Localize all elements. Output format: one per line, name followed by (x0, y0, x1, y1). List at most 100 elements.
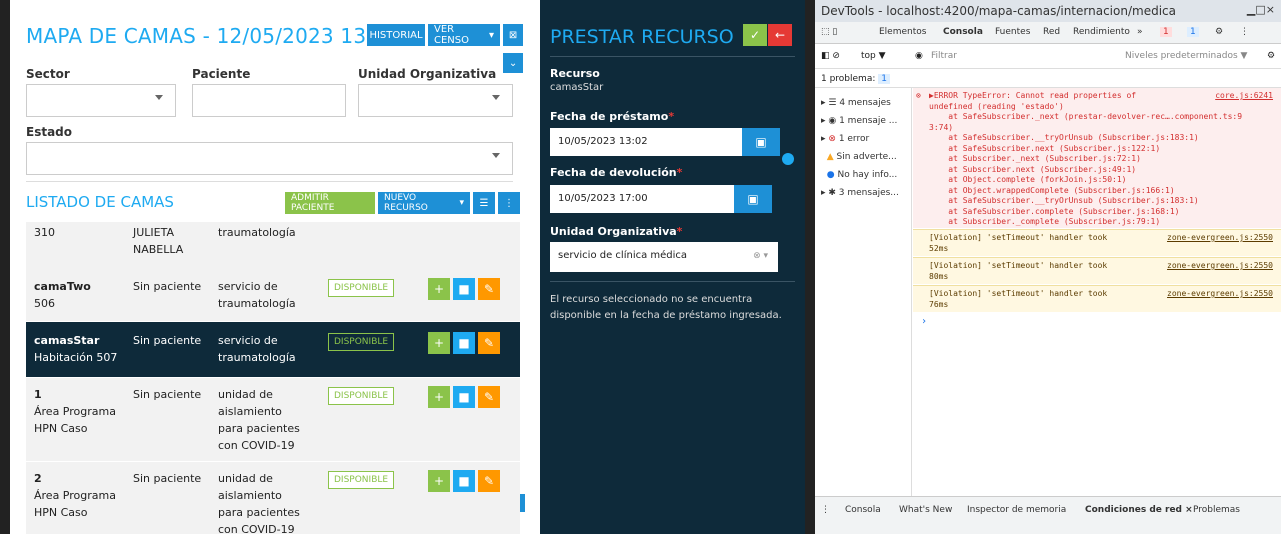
tree-view-icon[interactable]: ⋮ (498, 192, 520, 214)
lock-icon[interactable]: ■ (453, 470, 475, 492)
problems-bar[interactable]: 1 problema: 1 (815, 70, 1281, 88)
add-icon[interactable]: + (428, 386, 450, 408)
sidebar-item-messages[interactable]: ▸ ☰ 4 mensajes (821, 98, 891, 108)
table-row[interactable]: 1 Área Programa HPN Caso Sin paciente un… (26, 378, 520, 462)
levels-select[interactable]: Niveles predeterminados ▼ (1125, 51, 1247, 61)
table-row[interactable]: camaTwo 506 Sin paciente servicio de tra… (26, 270, 520, 322)
table-row[interactable]: 310 JULIETA NABELLA traumatología (26, 222, 520, 272)
tab-red[interactable]: Red (1043, 27, 1060, 37)
tab-fuentes[interactable]: Fuentes (995, 27, 1030, 37)
required-mark: * (676, 225, 683, 238)
sidebar-item-errors[interactable]: ▸ ⊗ 1 error (821, 134, 869, 144)
unidad-select[interactable]: servicio de clínica médica ⊗ ▾ (550, 242, 778, 272)
filter-input[interactable]: Filtrar (931, 51, 957, 61)
sidebar-item-label: 1 error (838, 134, 870, 144)
add-icon[interactable]: + (428, 470, 450, 492)
grid-icon[interactable]: ⊠ (503, 24, 523, 46)
sidebar-item-label: Sin adverte... (836, 152, 897, 162)
violation-message[interactable]: [Violation] 'setTimeout' handler took 80… (913, 257, 1281, 284)
error-text: ▶ERROR TypeError: Cannot read properties… (929, 91, 1243, 226)
inspect-icon[interactable]: ⬚ ▯ (821, 27, 837, 37)
tab-rendimiento[interactable]: Rendimiento (1073, 27, 1130, 37)
paciente-input[interactable] (192, 84, 346, 117)
lock-icon[interactable]: ■ (453, 278, 475, 300)
drawer-tab-whatsnew[interactable]: What's New (899, 505, 952, 515)
sidebar-toggle-icon[interactable]: ◧ ⊘ (821, 51, 840, 61)
recurso-value: camasStar (550, 82, 604, 93)
unidad-select[interactable] (358, 84, 513, 117)
window-controls-icon[interactable]: ▁□× (1247, 3, 1275, 16)
add-icon[interactable]: + (428, 278, 450, 300)
table-row-selected[interactable]: camasStar Habitación 507 Sin paciente se… (26, 322, 520, 378)
drawer-tab-memoria[interactable]: Inspector de memoria (967, 505, 1066, 515)
context-select[interactable]: top ▼ (861, 51, 886, 61)
drawer-tab-consola[interactable]: Consola (845, 505, 881, 515)
drawer-menu-icon[interactable]: ⋮ (821, 505, 830, 515)
more-options-icon[interactable]: ⋮ (1240, 27, 1249, 37)
nuevo-recurso-button[interactable]: NUEVO RECURSO ▾ (378, 192, 470, 214)
eye-icon[interactable] (782, 153, 794, 165)
tab-more[interactable]: » (1137, 27, 1143, 37)
error-source-link[interactable]: core.js:6241 (1215, 91, 1273, 102)
error-count-badge[interactable]: 1 (1160, 27, 1172, 37)
message-count-badge[interactable]: 1 (1187, 27, 1199, 37)
edit-icon[interactable]: ✎ (478, 278, 500, 300)
violation-text: [Violation] 'setTimeout' handler took 52… (929, 233, 1108, 253)
ver-censo-button[interactable]: VER CENSO ▾ (428, 24, 500, 46)
edit-icon[interactable]: ✎ (478, 332, 500, 354)
admitir-paciente-button[interactable]: ADMITIR PACIENTE (285, 192, 375, 214)
status-badge: DISPONIBLE (328, 387, 395, 405)
error-message[interactable]: ⊗ ▶ERROR TypeError: Cannot read propertie… (913, 88, 1281, 228)
drawer-tab-condiciones[interactable]: Condiciones de red × (1085, 505, 1193, 515)
lock-icon[interactable]: ■ (453, 386, 475, 408)
add-icon[interactable]: + (428, 332, 450, 354)
table-row[interactable]: 2 Área Programa HPN Caso Sin paciente un… (26, 464, 520, 534)
calendar-icon[interactable]: ▣ (734, 185, 772, 213)
divider (550, 281, 795, 282)
bed-location: Área Programa HPN Caso (34, 405, 116, 435)
sector-select[interactable] (26, 84, 176, 117)
violation-source-link[interactable]: zone-evergreen.js:2550 (1167, 261, 1273, 272)
chevron-down-icon (492, 153, 500, 158)
fecha-devolucion-input[interactable]: 10/05/2023 17:00 (550, 185, 734, 213)
confirm-button[interactable]: ✓ (743, 24, 767, 46)
list-title: LISTADO DE CAMAS (26, 193, 174, 211)
bed-name: camaTwo (34, 280, 91, 293)
chevron-down-icon (492, 95, 500, 100)
sidebar-item-info[interactable]: ● No hay info... (821, 170, 898, 180)
console-prompt[interactable]: › (921, 316, 927, 327)
prestar-recurso-panel: PRESTAR RECURSO ✓ ← Recurso camasStar Fe… (540, 0, 805, 534)
bed-location: 506 (34, 297, 55, 310)
gear-icon[interactable]: ⚙ (1267, 51, 1275, 61)
sidebar-item-verbose[interactable]: ▸ ✱ 3 mensajes... (821, 188, 899, 198)
violation-source-link[interactable]: zone-evergreen.js:2550 (1167, 233, 1273, 244)
violation-source-link[interactable]: zone-evergreen.js:2550 (1167, 289, 1273, 300)
calendar-icon[interactable]: ▣ (742, 128, 780, 156)
fecha-prestamo-input[interactable]: 10/05/2023 13:02 (550, 128, 742, 156)
sidebar-item-warnings[interactable]: ▲ Sin adverte... (821, 152, 897, 162)
drawer-tab-problemas[interactable]: Problemas (1193, 505, 1240, 515)
bed-name: camasStar (34, 334, 100, 347)
tab-consola[interactable]: Consola (943, 27, 983, 37)
edit-icon[interactable]: ✎ (478, 386, 500, 408)
divider (26, 181, 513, 182)
list-view-icon[interactable]: ☰ (473, 192, 495, 214)
sidebar-item-user[interactable]: ▸ ◉ 1 mensaje ... (821, 116, 897, 126)
estado-select[interactable] (26, 142, 513, 175)
violation-message[interactable]: [Violation] 'setTimeout' handler took 76… (913, 285, 1281, 312)
historial-button[interactable]: HISTORIAL (367, 24, 425, 46)
error-icon: ⊗ (916, 91, 921, 100)
status-badge: DISPONIBLE (328, 279, 395, 297)
tab-elementos[interactable]: Elementos (879, 27, 926, 37)
back-button[interactable]: ← (768, 24, 792, 46)
status-badge: DISPONIBLE (328, 471, 395, 489)
eye-icon[interactable]: ◉ (915, 51, 923, 61)
edit-icon[interactable]: ✎ (478, 470, 500, 492)
lock-icon[interactable]: ■ (453, 332, 475, 354)
expand-icon[interactable]: ⌄ (503, 53, 523, 73)
violation-message[interactable]: [Violation] 'setTimeout' handler took 52… (913, 229, 1281, 256)
scrollbar-thumb[interactable] (520, 494, 525, 512)
violation-text: [Violation] 'setTimeout' handler took 80… (929, 261, 1108, 281)
sidebar-item-label: 4 mensajes (839, 98, 891, 108)
gear-icon[interactable]: ⚙ (1215, 27, 1223, 37)
